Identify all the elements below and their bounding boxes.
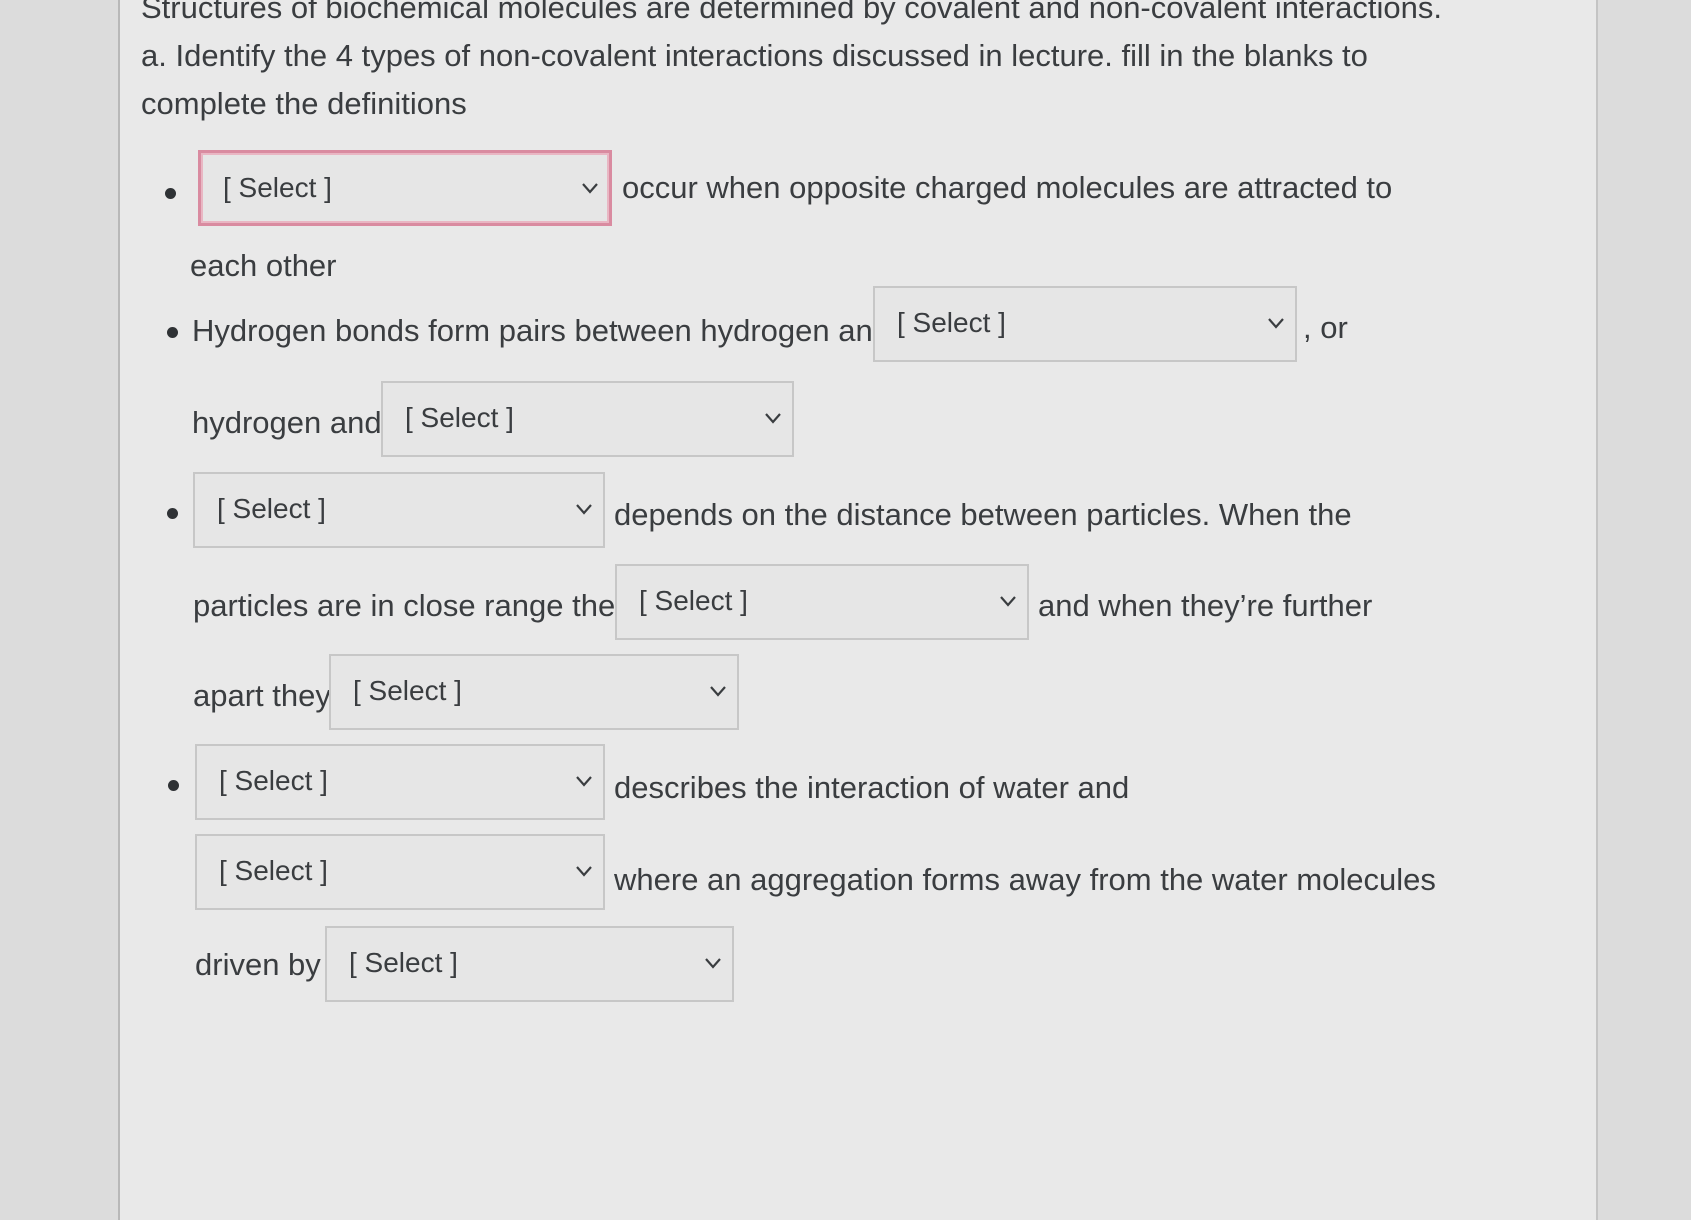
select-vdw-far-range[interactable]: [ Select ] [329,654,739,730]
select-value: [ Select ] [353,675,462,706]
vdw-definition-text: depends on the distance between particle… [614,497,1352,532]
ionic-definition-text: occur when opposite charged molecules ar… [622,170,1393,205]
select-value: [ Select ] [639,585,748,616]
select-value: [ Select ] [217,493,326,524]
vdw-further-text: and when they’re further [1038,588,1373,623]
hydrophobic-definition-text: describes the interaction of water and [614,770,1130,805]
select-vdw-close-range[interactable]: [ Select ] [615,564,1029,640]
hbond-definition-text: Hydrogen bonds form pairs between hydrog… [192,313,890,348]
select-value: [ Select ] [349,947,458,978]
part-a-prompt: a. Identify the 4 types of non-covalent … [141,38,1368,73]
select-hbond-partner-1[interactable]: [ Select ] [873,286,1297,362]
bullet [168,780,179,791]
question-intro: Structures of biochemical molecules are … [141,0,1442,25]
ionic-definition-cont: each other [190,248,337,283]
hbond-or-text: , or [1303,310,1348,345]
hydrophobic-aggregation-text: where an aggregation forms away from the… [614,862,1436,897]
chevron-down-icon [705,958,721,969]
chevron-down-icon [765,413,781,424]
chevron-down-icon [1000,596,1016,607]
select-hydrophobic-interaction[interactable]: [ Select ] [195,744,605,820]
select-vdw-interaction[interactable]: [ Select ] [193,472,605,548]
select-value: [ Select ] [405,402,514,433]
select-hydrophobic-molecule[interactable]: [ Select ] [195,834,605,910]
part-a-prompt-cont: complete the definitions [141,86,467,121]
chevron-down-icon [576,776,592,787]
chevron-down-icon [576,866,592,877]
chevron-down-icon [710,686,726,697]
select-value: [ Select ] [219,855,328,886]
chevron-down-icon [582,183,598,194]
bullet [165,188,176,199]
bullet [167,508,178,519]
select-ionic-interaction[interactable]: [ Select ] [198,150,612,226]
select-hydrophobic-driver[interactable]: [ Select ] [325,926,734,1002]
vdw-apart-text: apart they [193,678,331,713]
select-hbond-partner-2[interactable]: [ Select ] [381,381,794,457]
select-value: [ Select ] [219,765,328,796]
bullet [167,327,178,338]
vdw-close-range-text: particles are in close range they [193,588,631,623]
chevron-down-icon [576,504,592,515]
chevron-down-icon [1268,318,1284,329]
select-value: [ Select ] [223,172,332,203]
hbond-line2-text: hydrogen and [192,405,382,440]
select-value: [ Select ] [897,307,1006,338]
hydrophobic-driven-text: driven by [195,947,321,982]
